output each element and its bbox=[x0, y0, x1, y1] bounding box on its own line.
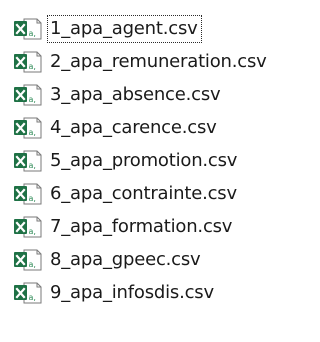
file-row[interactable]: a, 3_apa_absence.csv bbox=[13, 78, 297, 111]
file-row[interactable]: a, 2_apa_remuneration.csv bbox=[13, 45, 297, 78]
excel-csv-file-icon: a, bbox=[13, 149, 43, 173]
excel-csv-file-icon: a, bbox=[13, 281, 43, 305]
excel-csv-file-icon: a, bbox=[13, 83, 43, 107]
file-name[interactable]: 1_apa_agent.csv bbox=[47, 14, 202, 43]
svg-text:a,: a, bbox=[29, 293, 36, 302]
file-row[interactable]: a, 7_apa_formation.csv bbox=[13, 210, 297, 243]
svg-text:a,: a, bbox=[29, 62, 36, 71]
excel-csv-file-icon: a, bbox=[13, 215, 43, 239]
excel-csv-file-icon: a, bbox=[13, 248, 43, 272]
excel-csv-file-icon: a, bbox=[13, 17, 43, 41]
excel-csv-file-icon: a, bbox=[13, 116, 43, 140]
svg-text:a,: a, bbox=[29, 95, 36, 104]
file-name[interactable]: 3_apa_absence.csv bbox=[47, 81, 224, 109]
file-row[interactable]: a, 1_apa_agent.csv bbox=[13, 12, 297, 45]
file-name[interactable]: 5_apa_promotion.csv bbox=[47, 147, 241, 175]
file-row[interactable]: a, 8_apa_gpeec.csv bbox=[13, 243, 297, 276]
file-name[interactable]: 4_apa_carence.csv bbox=[47, 114, 221, 142]
file-name[interactable]: 9_apa_infosdis.csv bbox=[47, 279, 218, 307]
file-row[interactable]: a, 5_apa_promotion.csv bbox=[13, 144, 297, 177]
file-row[interactable]: a, 4_apa_carence.csv bbox=[13, 111, 297, 144]
svg-text:a,: a, bbox=[29, 260, 36, 269]
file-row[interactable]: a, 9_apa_infosdis.csv bbox=[13, 276, 297, 309]
file-name[interactable]: 7_apa_formation.csv bbox=[47, 213, 236, 241]
file-name[interactable]: 6_apa_contrainte.csv bbox=[47, 180, 241, 208]
file-name[interactable]: 2_apa_remuneration.csv bbox=[47, 48, 271, 76]
svg-text:a,: a, bbox=[29, 161, 36, 170]
svg-text:a,: a, bbox=[29, 29, 36, 38]
excel-csv-file-icon: a, bbox=[13, 50, 43, 74]
svg-text:a,: a, bbox=[29, 227, 36, 236]
svg-text:a,: a, bbox=[29, 128, 36, 137]
svg-text:a,: a, bbox=[29, 194, 36, 203]
file-name[interactable]: 8_apa_gpeec.csv bbox=[47, 246, 204, 274]
file-row[interactable]: a, 6_apa_contrainte.csv bbox=[13, 177, 297, 210]
excel-csv-file-icon: a, bbox=[13, 182, 43, 206]
file-list: a, 1_apa_agent.csv a, 2_apa_remuneration… bbox=[13, 12, 297, 309]
